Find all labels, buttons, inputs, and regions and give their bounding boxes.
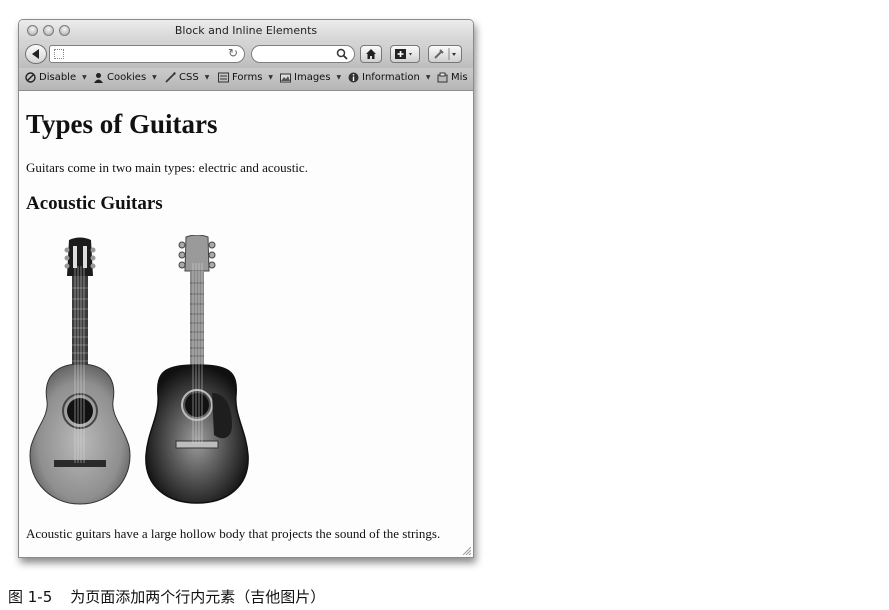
reload-icon[interactable]: ↻: [228, 46, 238, 60]
chevron-down-icon: ▼: [268, 74, 274, 81]
devbar-cookies-label: Cookies: [107, 72, 147, 83]
forms-icon: [218, 72, 229, 83]
devbar-forms-label: Forms: [232, 72, 263, 83]
wrench-icon: [434, 48, 456, 60]
browser-toolbar: ↻: [19, 42, 473, 68]
page-icon: [54, 49, 64, 59]
devbar-information[interactable]: Information ▼: [348, 72, 431, 83]
chevron-down-icon: ▼: [336, 74, 342, 81]
devbar-disable[interactable]: Disable ▼: [25, 72, 87, 83]
devbar-disable-label: Disable: [39, 72, 77, 83]
devbar-css-label: CSS: [179, 72, 199, 83]
devbar-forms[interactable]: Forms ▼: [218, 72, 273, 83]
window-title: Block and Inline Elements: [174, 24, 318, 37]
page-heading: Types of Guitars: [26, 109, 218, 139]
body-paragraph: Acoustic guitars have a large hollow bod…: [26, 526, 441, 541]
search-icon: [336, 48, 348, 60]
css-icon: [165, 72, 176, 83]
back-arrow-icon: [32, 49, 39, 59]
figure-number: 图 1-5: [8, 588, 53, 606]
devbar-misc[interactable]: Mis: [437, 72, 468, 83]
back-button[interactable]: [25, 44, 47, 64]
add-bookmark-button[interactable]: [390, 45, 420, 63]
classical-guitar-image: [29, 237, 131, 505]
browser-window: Block and Inline Elements ↻ Disable ▼ Co…: [18, 19, 474, 558]
devbar-css[interactable]: CSS ▼: [165, 72, 209, 83]
devbar-images-label: Images: [294, 72, 331, 83]
resize-grip-icon[interactable]: [461, 545, 471, 555]
images-icon: [280, 73, 291, 83]
devbar-information-label: Information: [362, 72, 420, 83]
add-bookmark-icon: [395, 49, 412, 59]
cookies-icon: [94, 73, 103, 83]
devbar-cookies[interactable]: Cookies ▼: [93, 72, 157, 83]
web-developer-toolbar: Disable ▼ Cookies ▼ CSS ▼ Forms ▼ Images ▼ In…: [19, 68, 473, 91]
chevron-down-icon: ▼: [425, 74, 431, 81]
chevron-down-icon: ▼: [82, 74, 87, 81]
figure-caption: 图 1-5 为页面添加两个行内元素（吉他图片）: [8, 586, 325, 607]
search-input[interactable]: [251, 45, 355, 63]
section-heading: Acoustic Guitars: [26, 193, 163, 214]
chevron-down-icon: ▼: [152, 74, 157, 81]
misc-icon: [437, 72, 448, 83]
tools-button[interactable]: [428, 45, 462, 63]
disable-icon: [25, 72, 36, 83]
address-bar[interactable]: ↻: [49, 45, 245, 63]
chevron-down-icon: ▼: [204, 74, 210, 81]
devbar-misc-label: Mis: [451, 72, 468, 83]
information-icon: [348, 72, 359, 83]
figure-caption-text: 为页面添加两个行内元素（吉他图片）: [70, 588, 326, 606]
acoustic-guitar-image: [145, 235, 249, 504]
devbar-images[interactable]: Images ▼: [280, 72, 341, 83]
home-icon: [366, 49, 376, 59]
title-bar: Block and Inline Elements: [19, 20, 473, 42]
page-content: Types of Guitars Guitars come in two mai…: [19, 91, 473, 557]
home-button[interactable]: [360, 45, 382, 63]
intro-paragraph: Guitars come in two main types: electric…: [26, 160, 308, 175]
